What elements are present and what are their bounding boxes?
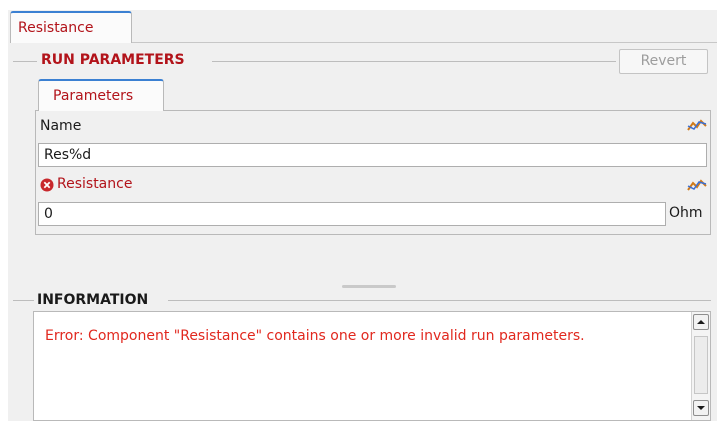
- resistance-field[interactable]: [38, 202, 666, 226]
- scroll-thumb[interactable]: [694, 336, 708, 394]
- scroll-down-button[interactable]: [693, 400, 709, 416]
- tab-resistance[interactable]: Resistance: [10, 11, 132, 43]
- tab-bar-divider: [132, 42, 717, 43]
- error-message: Error: Component "Resistance" contains o…: [45, 328, 585, 344]
- group-rule-right: [212, 61, 616, 62]
- info-rule-left: [13, 300, 34, 301]
- tab-parameters[interactable]: Parameters: [38, 79, 164, 111]
- scroll-down-arrow-icon: [697, 406, 705, 410]
- name-field[interactable]: [38, 143, 707, 167]
- splitter-handle[interactable]: [342, 285, 396, 288]
- revert-button[interactable]: Revert: [619, 49, 708, 74]
- information-box: Error: Component "Resistance" contains o…: [33, 311, 711, 421]
- resistance-label: Resistance: [57, 176, 133, 192]
- scroll-up-arrow-icon: [697, 320, 705, 324]
- information-title: INFORMATION: [37, 292, 149, 308]
- chart-icon[interactable]: [687, 178, 707, 192]
- scrollbar[interactable]: [691, 312, 710, 420]
- run-parameters-title: RUN PARAMETERS: [41, 52, 185, 68]
- info-rule-right: [168, 300, 711, 301]
- name-label: Name: [40, 118, 82, 134]
- group-rule-left: [13, 61, 37, 62]
- error-icon: [40, 178, 54, 192]
- resistance-unit: Ohm: [669, 205, 703, 221]
- chart-icon[interactable]: [687, 118, 707, 132]
- scroll-up-button[interactable]: [693, 314, 709, 330]
